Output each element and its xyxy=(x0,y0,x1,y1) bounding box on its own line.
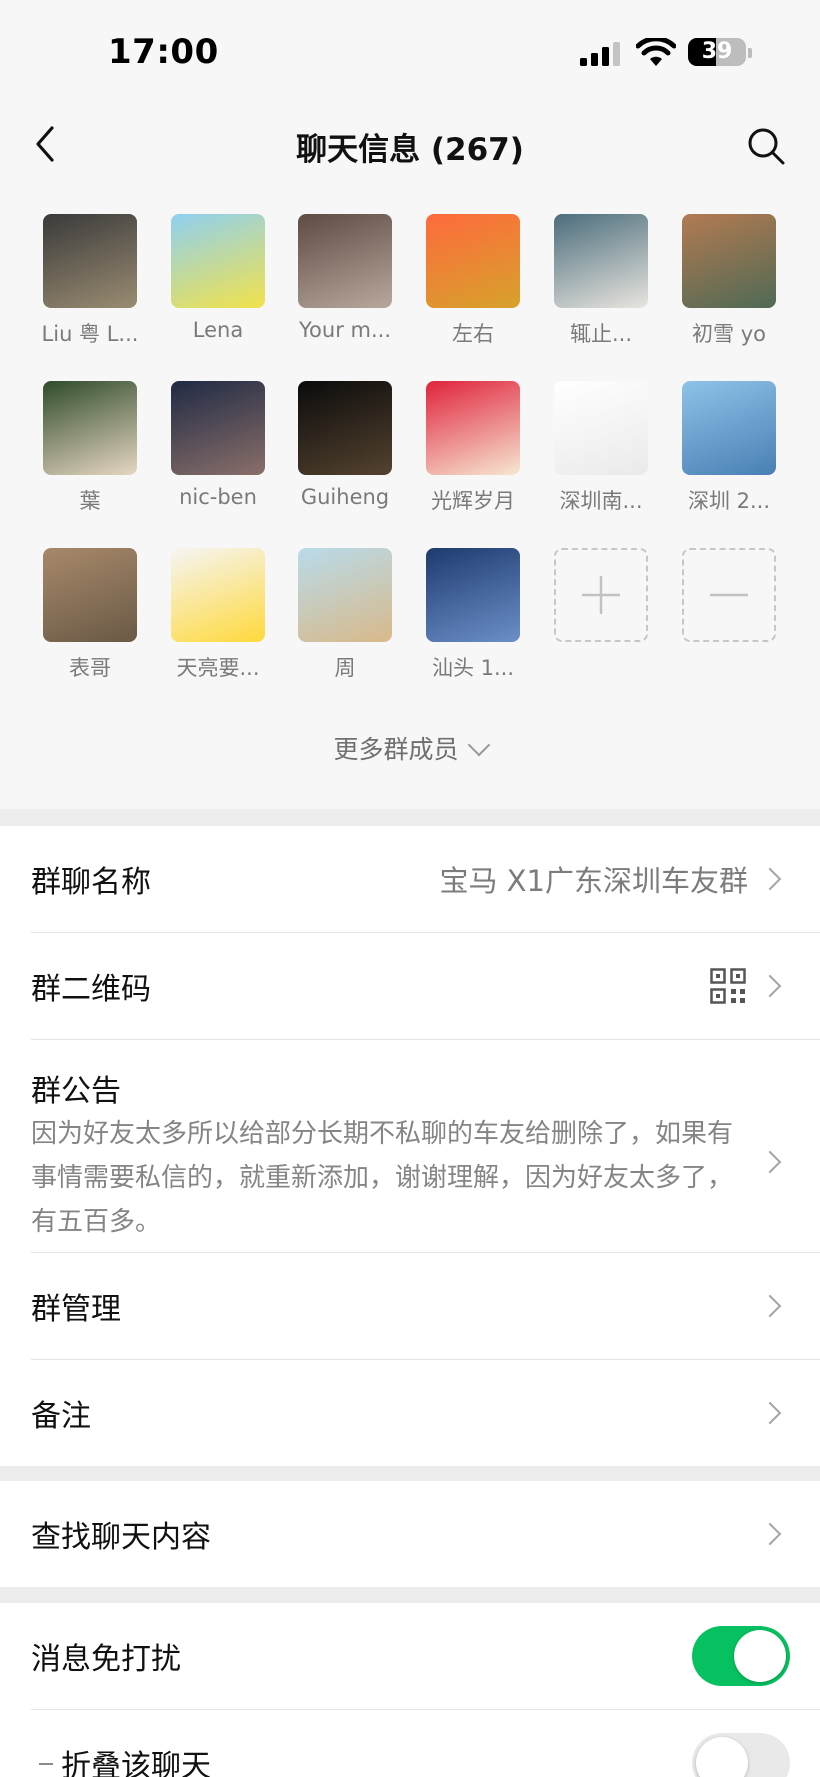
member-item[interactable]: Guiheng xyxy=(281,381,409,509)
member-name: 深圳南... xyxy=(559,489,643,513)
page-title: 聊天信息 (267) xyxy=(296,132,524,168)
qr-code-icon xyxy=(710,968,746,1004)
announcement-label: 群公告 xyxy=(31,1074,121,1109)
member-item[interactable]: 左右 xyxy=(409,214,537,348)
group-manage-label: 群管理 xyxy=(31,1292,121,1327)
member-item[interactable]: 深圳 2... xyxy=(665,381,793,515)
notification-section: 消息免打扰 折叠该聊天 xyxy=(0,1603,820,1777)
member-item[interactable]: nic-ben xyxy=(154,381,282,509)
chevron-right-icon xyxy=(758,1150,782,1174)
member-name: 辄止... xyxy=(569,322,633,346)
member-item[interactable]: 辄止... xyxy=(537,214,665,348)
minus-icon xyxy=(710,593,748,597)
chevron-right-icon xyxy=(758,1522,782,1546)
member-item[interactable]: 初雪 yo xyxy=(665,214,793,348)
fold-chat-label: 折叠该聊天 xyxy=(61,1749,211,1777)
member-name: 光辉岁月 xyxy=(431,489,515,513)
member-avatar xyxy=(426,548,520,642)
remark-row[interactable]: 备注 xyxy=(31,1360,820,1466)
status-bar: 17:00 39 xyxy=(0,0,820,100)
member-item[interactable]: 表哥 xyxy=(26,548,154,682)
search-section: 查找聊天内容 xyxy=(0,1481,820,1587)
member-avatar xyxy=(171,381,265,475)
search-history-label: 查找聊天内容 xyxy=(31,1520,211,1555)
member-name: 汕头 1... xyxy=(431,656,515,680)
member-name: nic-ben xyxy=(179,485,257,509)
member-avatar xyxy=(426,214,520,308)
wifi-icon xyxy=(636,38,676,66)
member-avatar xyxy=(554,381,648,475)
member-avatar xyxy=(171,548,265,642)
battery-icon: 39 xyxy=(688,38,746,66)
group-name-row[interactable]: 群聊名称 宝马 X1广东深圳车友群 xyxy=(31,826,820,933)
member-item[interactable]: 深圳南... xyxy=(537,381,665,515)
member-item[interactable]: Liu 粤 L... xyxy=(26,214,154,348)
add-member-slot[interactable] xyxy=(537,548,665,642)
group-qr-row[interactable]: 群二维码 xyxy=(31,933,820,1040)
member-name: 天亮要... xyxy=(176,656,260,680)
chevron-right-icon xyxy=(758,974,782,998)
group-qr-label: 群二维码 xyxy=(31,972,151,1007)
remark-label: 备注 xyxy=(31,1399,91,1434)
member-name: Liu 粤 L... xyxy=(41,322,139,346)
battery-tip xyxy=(748,48,752,58)
member-avatar xyxy=(554,214,648,308)
member-name: Your m... xyxy=(299,318,391,342)
member-item[interactable]: 天亮要... xyxy=(154,548,282,682)
chevron-down-icon xyxy=(467,733,490,757)
member-avatar xyxy=(682,381,776,475)
member-item[interactable]: Lena xyxy=(154,214,282,342)
member-avatar xyxy=(682,214,776,308)
member-item[interactable]: Your m... xyxy=(281,214,409,342)
fold-chat-toggle[interactable] xyxy=(692,1733,790,1777)
member-name: Guiheng xyxy=(300,485,390,509)
member-avatar xyxy=(298,548,392,642)
announcement-text: 因为好友太多所以给部分长期不私聊的车友给删除了，如果有事情需要私信的，就重新添加… xyxy=(31,1119,734,1237)
plus-icon xyxy=(582,576,620,614)
status-time: 17:00 xyxy=(108,32,219,72)
more-members-label: 更多群成员 xyxy=(333,735,459,764)
group-name-value: 宝马 X1广东深圳车友群 xyxy=(439,864,748,898)
group-manage-row[interactable]: 群管理 xyxy=(31,1253,820,1360)
chevron-right-icon xyxy=(758,1294,782,1318)
member-avatar xyxy=(43,381,137,475)
member-name: Lena xyxy=(192,318,244,342)
fold-indicator xyxy=(39,1763,53,1765)
member-name: 周 xyxy=(334,656,356,680)
mute-row: 消息免打扰 xyxy=(31,1603,820,1710)
member-name: 葉 xyxy=(79,489,101,513)
mute-label: 消息免打扰 xyxy=(31,1642,181,1677)
member-name: 深圳 2... xyxy=(687,489,771,513)
cellular-signal-icon xyxy=(580,42,620,66)
search-history-row[interactable]: 查找聊天内容 xyxy=(31,1481,820,1587)
member-avatar xyxy=(298,214,392,308)
member-item[interactable]: 周 xyxy=(281,548,409,682)
member-item[interactable]: 汕头 1... xyxy=(409,548,537,682)
chevron-right-icon xyxy=(758,867,782,891)
member-name: 左右 xyxy=(452,322,494,346)
member-avatar xyxy=(171,214,265,308)
nav-bar: 聊天信息 (267) xyxy=(0,100,820,190)
battery-level: 39 xyxy=(701,39,733,64)
more-members-button[interactable]: 更多群成员 xyxy=(0,730,820,766)
member-item[interactable]: 光辉岁月 xyxy=(409,381,537,515)
header-area: 17:00 39 聊天信息 (267) Liu 粤 L... Lena Your… xyxy=(0,0,820,809)
member-avatar xyxy=(426,381,520,475)
group-announcement-row[interactable]: 群公告 因为好友太多所以给部分长期不私聊的车友给删除了，如果有事情需要私信的，就… xyxy=(31,1040,820,1253)
member-avatar xyxy=(43,214,137,308)
fold-chat-row: 折叠该聊天 xyxy=(31,1710,820,1777)
member-name: 初雪 yo xyxy=(692,322,766,346)
member-name: 表哥 xyxy=(69,656,111,680)
remove-member-slot[interactable] xyxy=(665,548,793,642)
member-avatar xyxy=(43,548,137,642)
group-name-label: 群聊名称 xyxy=(31,865,151,900)
member-item[interactable]: 葉 xyxy=(26,381,154,515)
member-avatar xyxy=(298,381,392,475)
search-icon[interactable] xyxy=(744,124,788,168)
mute-toggle[interactable] xyxy=(692,1626,790,1686)
group-info-section: 群聊名称 宝马 X1广东深圳车友群 群二维码 群公告 因为好友太多所以给部分长期… xyxy=(0,826,820,1466)
chevron-right-icon xyxy=(758,1401,782,1425)
